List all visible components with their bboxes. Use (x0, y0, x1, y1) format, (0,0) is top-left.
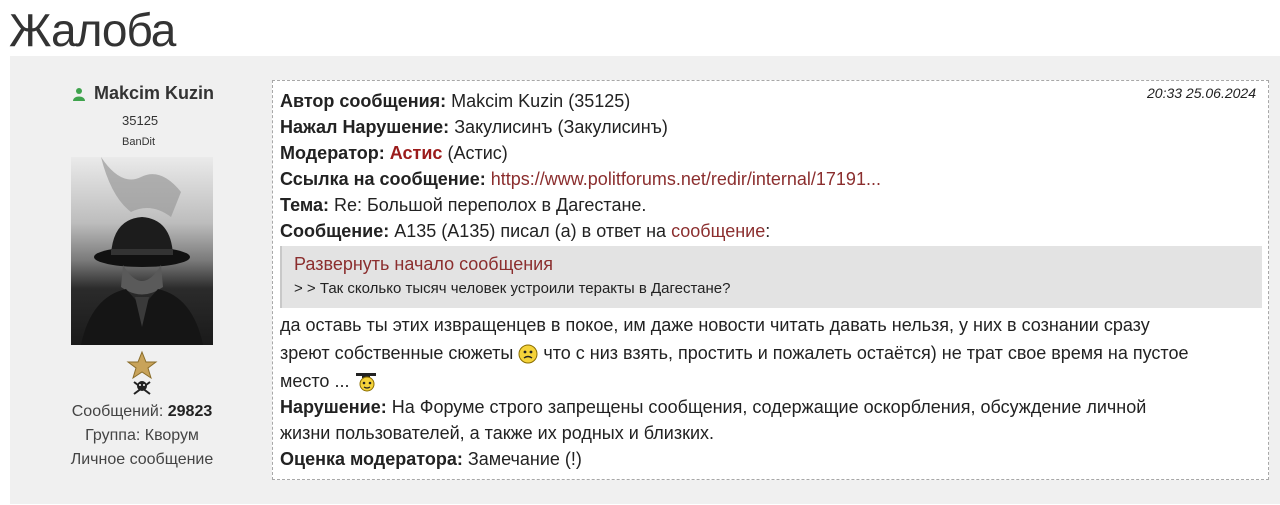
user-name-row: Makcim Kuzin (72, 83, 214, 104)
reporter-label: Нажал Нарушение: (280, 117, 450, 137)
author-row: Автор сообщения: Makcim Kuzin (35125) (280, 89, 630, 113)
page-title: Жалоба (9, 4, 176, 56)
body-line-3-text: место ... (280, 371, 350, 391)
rating-label: Оценка модератора: (280, 449, 463, 469)
violation-row: Нарушение: На Форуме строго запрещены со… (280, 395, 1146, 419)
user-rank: BanDit (122, 136, 156, 148)
avatar-image (81, 157, 203, 345)
message-label: Сообщение: (280, 221, 390, 241)
topic-row: Тема: Re: Большой переполох в Дагестане. (280, 193, 646, 217)
rating-row: Оценка модератора: Замечание (!) (280, 447, 582, 471)
body-line-1: да оставь ты этих извращенцев в покое, и… (280, 315, 1150, 335)
private-message-link[interactable]: Личное сообщение (42, 448, 242, 472)
timestamp: 20:33 25.06.2024 (1147, 85, 1256, 101)
moderator-label: Модератор: (280, 143, 385, 163)
reporter-value: Закулисинъ (Закулисинъ) (454, 117, 668, 137)
violation-line-2: жизни пользователей, а также их родных и… (280, 423, 715, 443)
message-row: Сообщение: А135 (А135) писал (а) в ответ… (280, 219, 770, 243)
smiley-graduate-icon (356, 373, 377, 392)
original-message-link[interactable]: сообщение (671, 221, 765, 241)
rank-badge (126, 350, 158, 395)
link-row: Ссылка на сообщение: https://www.politfo… (280, 167, 881, 191)
user-stats: Сообщений: 29823 Группа: Кворум Личное с… (42, 400, 242, 472)
topic-label: Тема: (280, 195, 329, 215)
body-line-3: место ... (280, 369, 378, 393)
quote-text: > > Так сколько тысяч человек устроили т… (294, 280, 731, 297)
rank-star-icon (126, 350, 158, 380)
messages-label: Сообщений: (71, 403, 164, 420)
link-label: Ссылка на сообщение: (280, 169, 486, 189)
message-link[interactable]: https://www.politforums.net/redir/intern… (491, 169, 881, 189)
user-group: Группа: Кворум (85, 427, 199, 444)
user-id: 35125 (122, 113, 159, 128)
moderator-row: Модератор: Астис (Астис) (280, 141, 508, 165)
author-value: Makcim Kuzin (35125) (451, 91, 631, 111)
user-name[interactable]: Makcim Kuzin (94, 83, 214, 104)
moderator-name[interactable]: Астис (390, 143, 443, 163)
message-value: А135 (А135) писал (а) в ответ на (394, 221, 667, 241)
messages-count: 29823 (167, 403, 213, 420)
message-colon: : (765, 221, 771, 241)
complaint-details: 20:33 25.06.2024 Автор сообщения: Makcim… (272, 80, 1269, 480)
expand-quote-link[interactable]: Развернуть начало сообщения (294, 254, 553, 275)
skull-icon (133, 381, 151, 395)
messages-count-row: Сообщений: 29823 (42, 400, 242, 424)
body-line-2: зреют собственные сюжеты что с низ взять… (280, 341, 1189, 365)
body-line-2a: зреют собственные сюжеты (280, 343, 514, 363)
complaint-panel: Makcim Kuzin 35125 BanDit Сообщений: 298… (10, 56, 1280, 504)
topic-value: Re: Большой переполох в Дагестане. (333, 195, 647, 215)
avatar[interactable] (71, 157, 213, 345)
smiley-confused-icon (518, 344, 538, 364)
quote-box: Развернуть начало сообщения > > Так скол… (280, 246, 1262, 308)
reporter-row: Нажал Нарушение: Закулисинъ (Закулисинъ) (280, 115, 668, 139)
author-label: Автор сообщения: (280, 91, 447, 111)
violation-label: Нарушение: (280, 397, 387, 417)
rating-value: Замечание (!) (467, 449, 582, 469)
user-online-icon (73, 87, 85, 101)
moderator-suffix: (Астис) (447, 143, 508, 163)
body-line-2b: что с низ взять, простить и пожалеть ост… (543, 343, 1189, 363)
violation-text: На Форуме строго запрещены сообщения, со… (391, 397, 1147, 417)
